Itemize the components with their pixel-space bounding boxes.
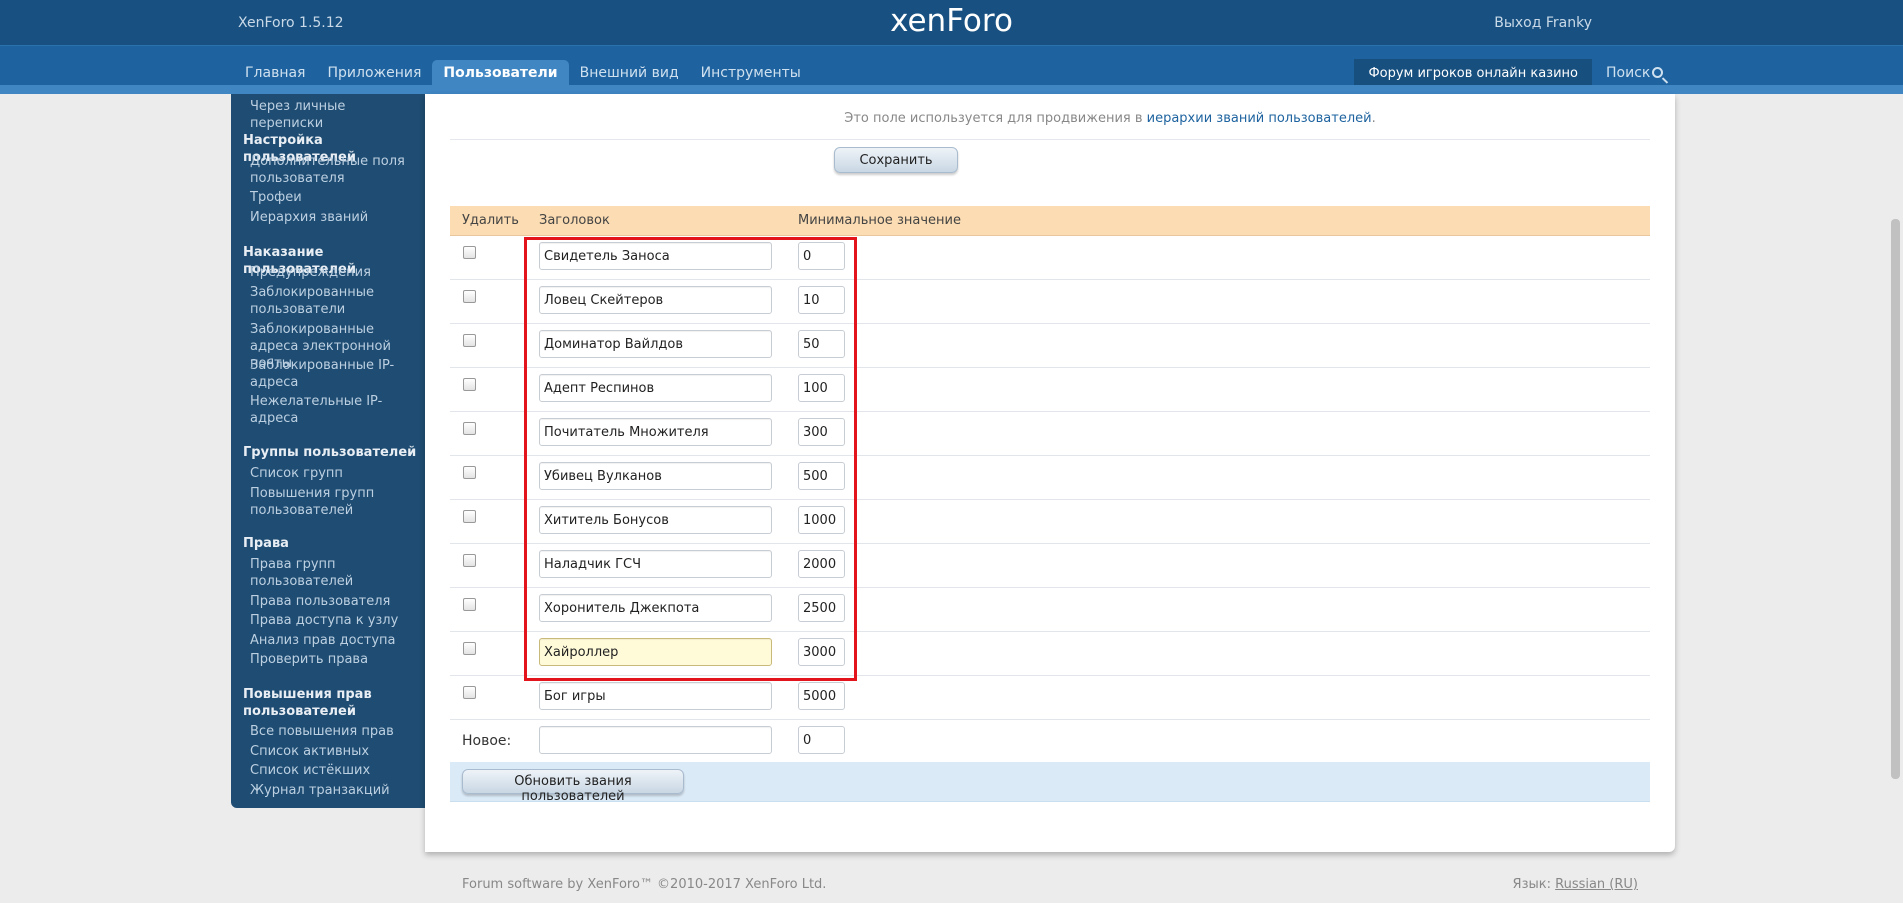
tab-tools[interactable]: Инструменты [690,60,812,87]
tab-appearance[interactable]: Внешний вид [569,60,690,87]
nav-strip [0,85,1903,94]
sidebar-section-permissions: Права [243,536,289,551]
sidebar-section-user-groups: Группы пользователей [243,445,417,460]
new-rank-title-input[interactable] [539,726,772,754]
delete-checkbox[interactable] [463,246,476,259]
sidebar-item-active-upgrades[interactable]: Список активных [250,743,420,760]
field-hint: Это поле используется для продвижения в … [425,111,1675,126]
form-footer-bar: Обновить звания пользователей [450,762,1650,804]
save-button[interactable]: Сохранить [834,147,958,173]
nav-tabs: Главная Приложения Пользователи Внешний … [234,60,812,87]
hint-suffix: . [1371,111,1376,126]
language-label: Язык: [1512,877,1551,892]
sidebar-item-group-list[interactable]: Список групп [250,465,420,482]
search-icon [1652,67,1664,78]
header: XenForo 1.5.12 xenForo Выход Franky [0,0,1903,45]
sidebar-item-warnings[interactable]: Предупреждения [250,264,420,281]
table-header: Удалить Заголовок Минимальное значение [450,206,1650,236]
tab-users[interactable]: Пользователи [432,60,569,87]
search-label: Поиск [1606,65,1651,81]
new-rank-label: Новое: [462,733,512,749]
sidebar-item-all-upgrades[interactable]: Все повышения прав [250,723,420,740]
forum-title-link[interactable]: Форум игроков онлайн казино [1354,59,1592,87]
sidebar-item-banned-ips[interactable]: Заблокированные IP-адреса [250,357,420,391]
sidebar-item-test-permissions[interactable]: Проверить права [250,651,420,668]
sidebar-item-discouraged-ips[interactable]: Нежелательные IP-адреса [250,393,420,427]
separator [450,139,1650,140]
tab-home[interactable]: Главная [234,60,316,87]
sidebar-item-rank-hierarchy[interactable]: Иерархия званий [250,209,420,226]
sidebar-item-transaction-log[interactable]: Журнал транзакций [250,782,420,799]
rank-title-input[interactable]: Бог игры [539,682,772,710]
delete-checkbox[interactable] [463,554,476,567]
search-link[interactable]: Поиск [1592,59,1903,87]
delete-checkbox[interactable] [463,422,476,435]
delete-checkbox[interactable] [463,686,476,699]
sidebar-item-expired-upgrades[interactable]: Список истёкших [250,762,420,779]
tab-apps[interactable]: Приложения [316,60,432,87]
scrollbar-thumb[interactable] [1891,219,1900,779]
language-link[interactable]: Russian (RU) [1555,877,1638,892]
sidebar: Через личные переписки Настройка пользов… [231,94,425,808]
highlight-box [524,237,857,681]
sidebar-item-conversations[interactable]: Через личные переписки [250,98,420,132]
new-rank-min-input[interactable]: 0 [798,726,845,754]
scrollbar[interactable] [1888,94,1903,903]
col-delete: Удалить [462,213,519,228]
sidebar-item-banned-users[interactable]: Заблокированные пользователи [250,284,420,318]
sidebar-item-custom-fields[interactable]: Дополнительные поля пользователя [250,153,420,187]
delete-checkbox[interactable] [463,378,476,391]
delete-checkbox[interactable] [463,598,476,611]
rank-min-input[interactable]: 5000 [798,682,845,710]
update-ranks-button[interactable]: Обновить звания пользователей [462,769,684,804]
sidebar-item-group-permissions[interactable]: Права групп пользователей [250,556,420,590]
table-row-new: Новое: 0 [450,720,1650,764]
delete-checkbox[interactable] [463,334,476,347]
navbar: Главная Приложения Пользователи Внешний … [0,45,1903,94]
col-min-value: Минимальное значение [798,213,961,228]
nav-right: Форум игроков онлайн казино Поиск [1354,59,1903,87]
hint-text: Это поле используется для продвижения в [844,111,1147,126]
delete-checkbox[interactable] [463,466,476,479]
sidebar-item-trophies[interactable]: Трофеи [250,189,420,206]
xenforo-logo[interactable]: xenForo [0,3,1903,39]
sidebar-section-user-upgrades: Повышения прав пользователей [243,687,372,719]
sidebar-item-user-permissions[interactable]: Права пользователя [250,593,420,610]
delete-checkbox[interactable] [463,290,476,303]
sidebar-item-group-promotions[interactable]: Повышения групп пользователей [250,485,420,519]
footer-language: Язык: Russian (RU) [1513,877,1638,892]
logo-text: xenForo [890,3,1013,39]
logout-link[interactable]: Выход Franky [1494,15,1592,31]
sidebar-item-node-permissions[interactable]: Права доступа к узлу [250,612,420,629]
rank-hierarchy-link[interactable]: иерархии званий пользователей [1147,111,1372,126]
table-row: Бог игры 5000 [450,676,1650,720]
sidebar-item-analyze-permissions[interactable]: Анализ прав доступа [250,632,420,649]
col-title: Заголовок [539,213,610,228]
footer-copyright: Forum software by XenForo™ ©2010-2017 Xe… [462,877,827,892]
delete-checkbox[interactable] [463,510,476,523]
delete-checkbox[interactable] [463,642,476,655]
